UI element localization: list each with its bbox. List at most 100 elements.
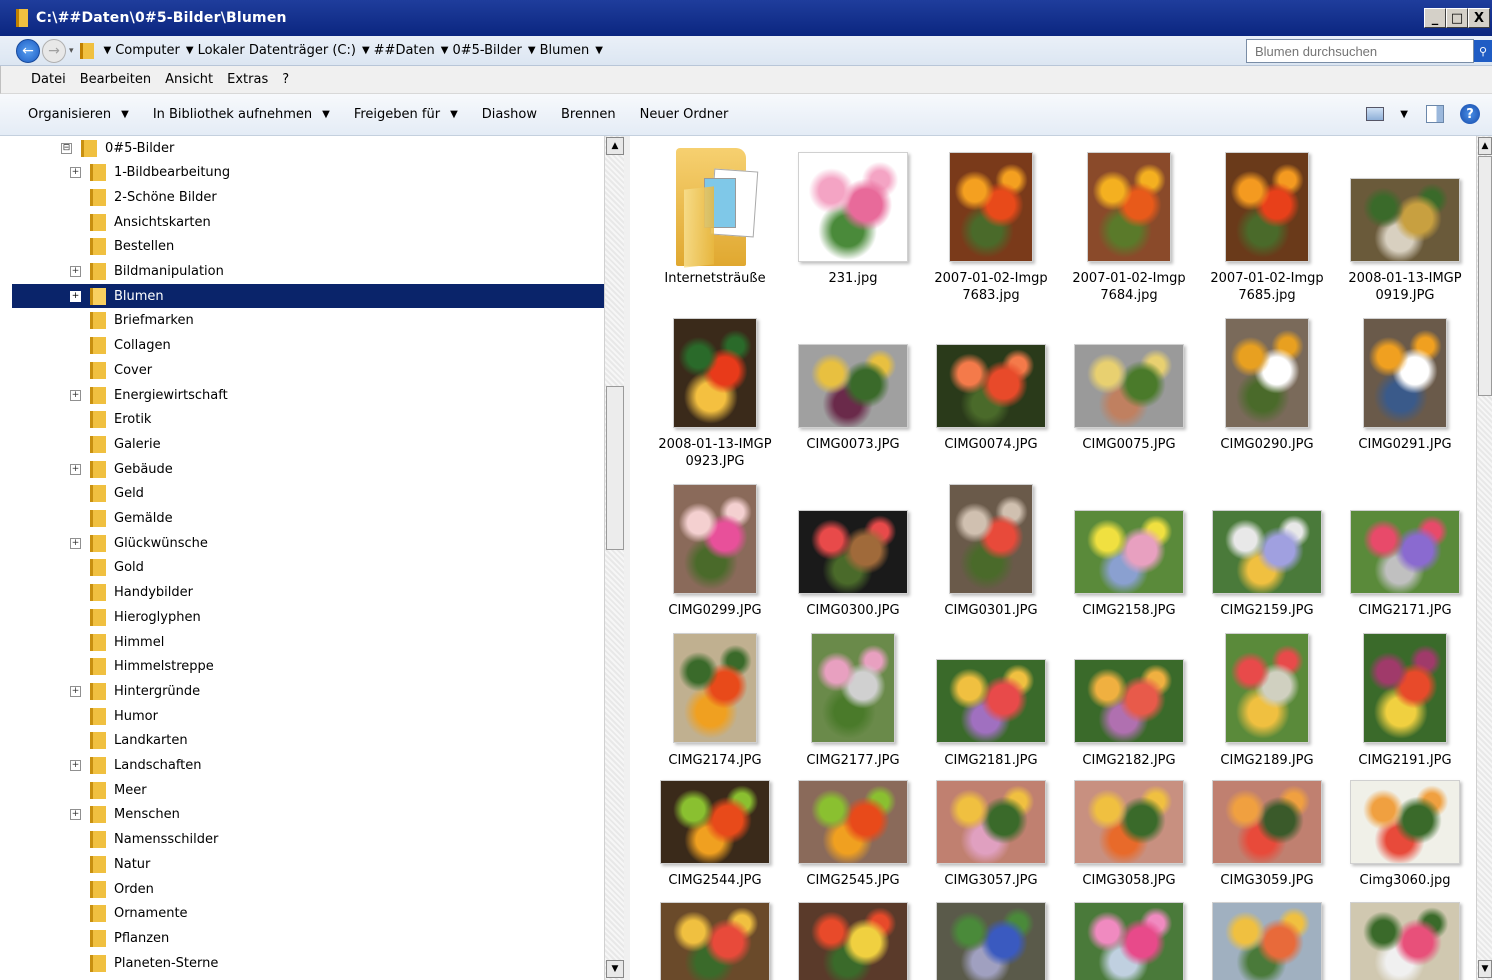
expand-icon[interactable]: + (70, 809, 81, 821)
expand-icon[interactable]: + (70, 167, 81, 179)
tree-item[interactable]: + Hintergründe (70, 679, 200, 703)
tree-item-label: Erotik (114, 412, 152, 428)
tree-item[interactable]: 2-Schöne Bilder (70, 185, 217, 209)
tree-item[interactable]: Himmel (70, 630, 164, 654)
tree-item[interactable]: Ansichtskarten (70, 210, 211, 234)
menu-help[interactable]: ? (282, 72, 289, 87)
expand-icon[interactable]: + (70, 463, 81, 475)
tree-item[interactable]: Planeten-Sterne (70, 951, 218, 975)
preview-pane-icon[interactable] (1426, 105, 1444, 123)
file-item[interactable] (784, 136, 922, 980)
tree-item[interactable]: Cover (70, 358, 152, 382)
tree-item[interactable]: Pflanzen (70, 926, 169, 950)
tree-item[interactable]: Collagen (70, 334, 171, 358)
menu-bearbeiten[interactable]: Bearbeiten (80, 72, 151, 87)
folder-icon (90, 584, 106, 602)
burn-button[interactable]: Brennen (561, 107, 616, 122)
minimize-button[interactable]: _ (1424, 8, 1446, 28)
slideshow-button[interactable]: Diashow (482, 107, 537, 122)
maximize-button[interactable]: □ (1446, 8, 1468, 28)
file-item[interactable] (1060, 136, 1198, 980)
tree-item[interactable]: Ornamente (70, 902, 188, 926)
tree-item[interactable]: Landkarten (70, 729, 188, 753)
menu-extras[interactable]: Extras (227, 72, 268, 87)
expand-icon[interactable]: + (70, 537, 81, 549)
tree-item[interactable]: Erotik (70, 408, 151, 432)
file-item[interactable] (646, 136, 784, 980)
menu-ansicht[interactable]: Ansicht (165, 72, 213, 87)
expand-icon[interactable]: + (70, 760, 81, 771)
search-icon[interactable]: ⚲ (1474, 40, 1492, 62)
scroll-up-icon[interactable]: ▲ (606, 137, 624, 155)
file-item[interactable] (1336, 136, 1474, 980)
tree-item-root[interactable]: ⊟ 0#5-Bilder (61, 136, 174, 160)
collapse-icon[interactable]: ⊟ (61, 142, 72, 154)
tree-item[interactable]: + Menschen (70, 803, 180, 827)
view-mode-icon[interactable] (1366, 107, 1385, 121)
tree-item-label: Briefmarken (114, 313, 194, 329)
view-controls: ▼ ? (1366, 104, 1480, 124)
tree-item[interactable]: Namensschilder (70, 828, 218, 852)
scroll-up-icon[interactable]: ▲ (1478, 137, 1492, 155)
scroll-thumb[interactable] (1478, 156, 1492, 396)
tree-item-label: Cover (114, 362, 153, 378)
organize-button[interactable]: Organisieren ▼ (28, 107, 129, 122)
breadcrumb[interactable]: ▼ Computer ▼ Lokaler Datenträger (C:) ▼ ##D… (79, 39, 1180, 63)
tree-item[interactable]: +1-Bildbearbeitung (70, 161, 230, 185)
share-with-button[interactable]: Freigeben für ▼ (354, 107, 458, 122)
expand-icon[interactable]: + (70, 290, 81, 302)
breadcrumb-item[interactable]: ▼ Lokaler Datenträger (C:) (186, 43, 356, 58)
tree-item[interactable]: Meer (70, 778, 147, 802)
breadcrumb-item[interactable]: ▼ 0#5-Bilder (441, 43, 522, 58)
file-item[interactable] (1198, 136, 1336, 980)
tree-item-label: Collagen (114, 338, 171, 354)
tree-item[interactable]: + Bildmanipulation (70, 260, 224, 284)
tree-item[interactable]: + Landschaften (70, 754, 202, 778)
tree-item[interactable]: + Blumen (12, 284, 604, 309)
file-item[interactable] (922, 136, 1060, 980)
new-folder-button[interactable]: Neuer Ordner (640, 107, 729, 122)
tree-item[interactable]: Humor (70, 704, 158, 728)
expand-icon[interactable]: + (70, 389, 81, 401)
tree-item[interactable]: Galerie (70, 432, 161, 456)
tree-item[interactable]: Orden (70, 877, 154, 901)
breadcrumb-item[interactable]: ▼ Blumen ▼ (528, 43, 607, 58)
tree-item[interactable]: + Energiewirtschaft (70, 383, 228, 407)
tree-item[interactable]: + Gebäude (70, 457, 173, 481)
tree-item-label: Ansichtskarten (114, 214, 211, 230)
navigation-scrollbar[interactable]: ▲ ▼ (604, 136, 624, 980)
menu-datei[interactable]: Datei (31, 72, 66, 87)
tree-item[interactable]: Natur (70, 852, 150, 876)
tree-item[interactable]: Geld (70, 482, 144, 506)
tree-item[interactable]: Gold (70, 556, 144, 580)
tree-item[interactable]: Himmelstreppe (70, 655, 214, 679)
breadcrumb-item[interactable]: ▼ Computer (104, 43, 180, 58)
tree-item[interactable]: + Glückwünsche (70, 531, 208, 555)
back-button[interactable]: ← (16, 38, 40, 63)
search-input[interactable] (1246, 39, 1474, 63)
folder-icon (90, 534, 106, 552)
recent-pages-dropdown-icon[interactable]: ▾ (69, 46, 74, 56)
tree-item[interactable]: Hieroglyphen (70, 605, 201, 629)
chevron-down-icon[interactable]: ▼ (1400, 109, 1408, 120)
content-scrollbar[interactable]: ▲ ▼ (1476, 136, 1492, 980)
tree-item[interactable]: Gemälde (70, 507, 173, 531)
folder-icon (90, 411, 106, 429)
scroll-down-icon[interactable]: ▼ (606, 960, 624, 978)
scroll-thumb[interactable] (606, 386, 624, 550)
breadcrumb-item[interactable]: ▼ ##Daten (362, 43, 435, 58)
tree-item[interactable]: Briefmarken (70, 309, 194, 333)
tree-item-label: Ornamente (114, 906, 188, 922)
add-to-library-button[interactable]: In Bibliothek aufnehmen ▼ (153, 107, 330, 122)
close-button[interactable]: X (1468, 8, 1490, 28)
forward-button[interactable]: → (42, 38, 66, 63)
tree-item[interactable]: Bestellen (70, 235, 174, 259)
scroll-down-icon[interactable]: ▼ (1478, 960, 1492, 978)
help-icon[interactable]: ? (1460, 104, 1480, 124)
expand-icon[interactable]: + (70, 266, 81, 277)
tree-item-label: Menschen (114, 807, 180, 823)
tree-item[interactable]: Handybilder (70, 581, 193, 605)
expand-icon[interactable]: + (70, 685, 81, 697)
